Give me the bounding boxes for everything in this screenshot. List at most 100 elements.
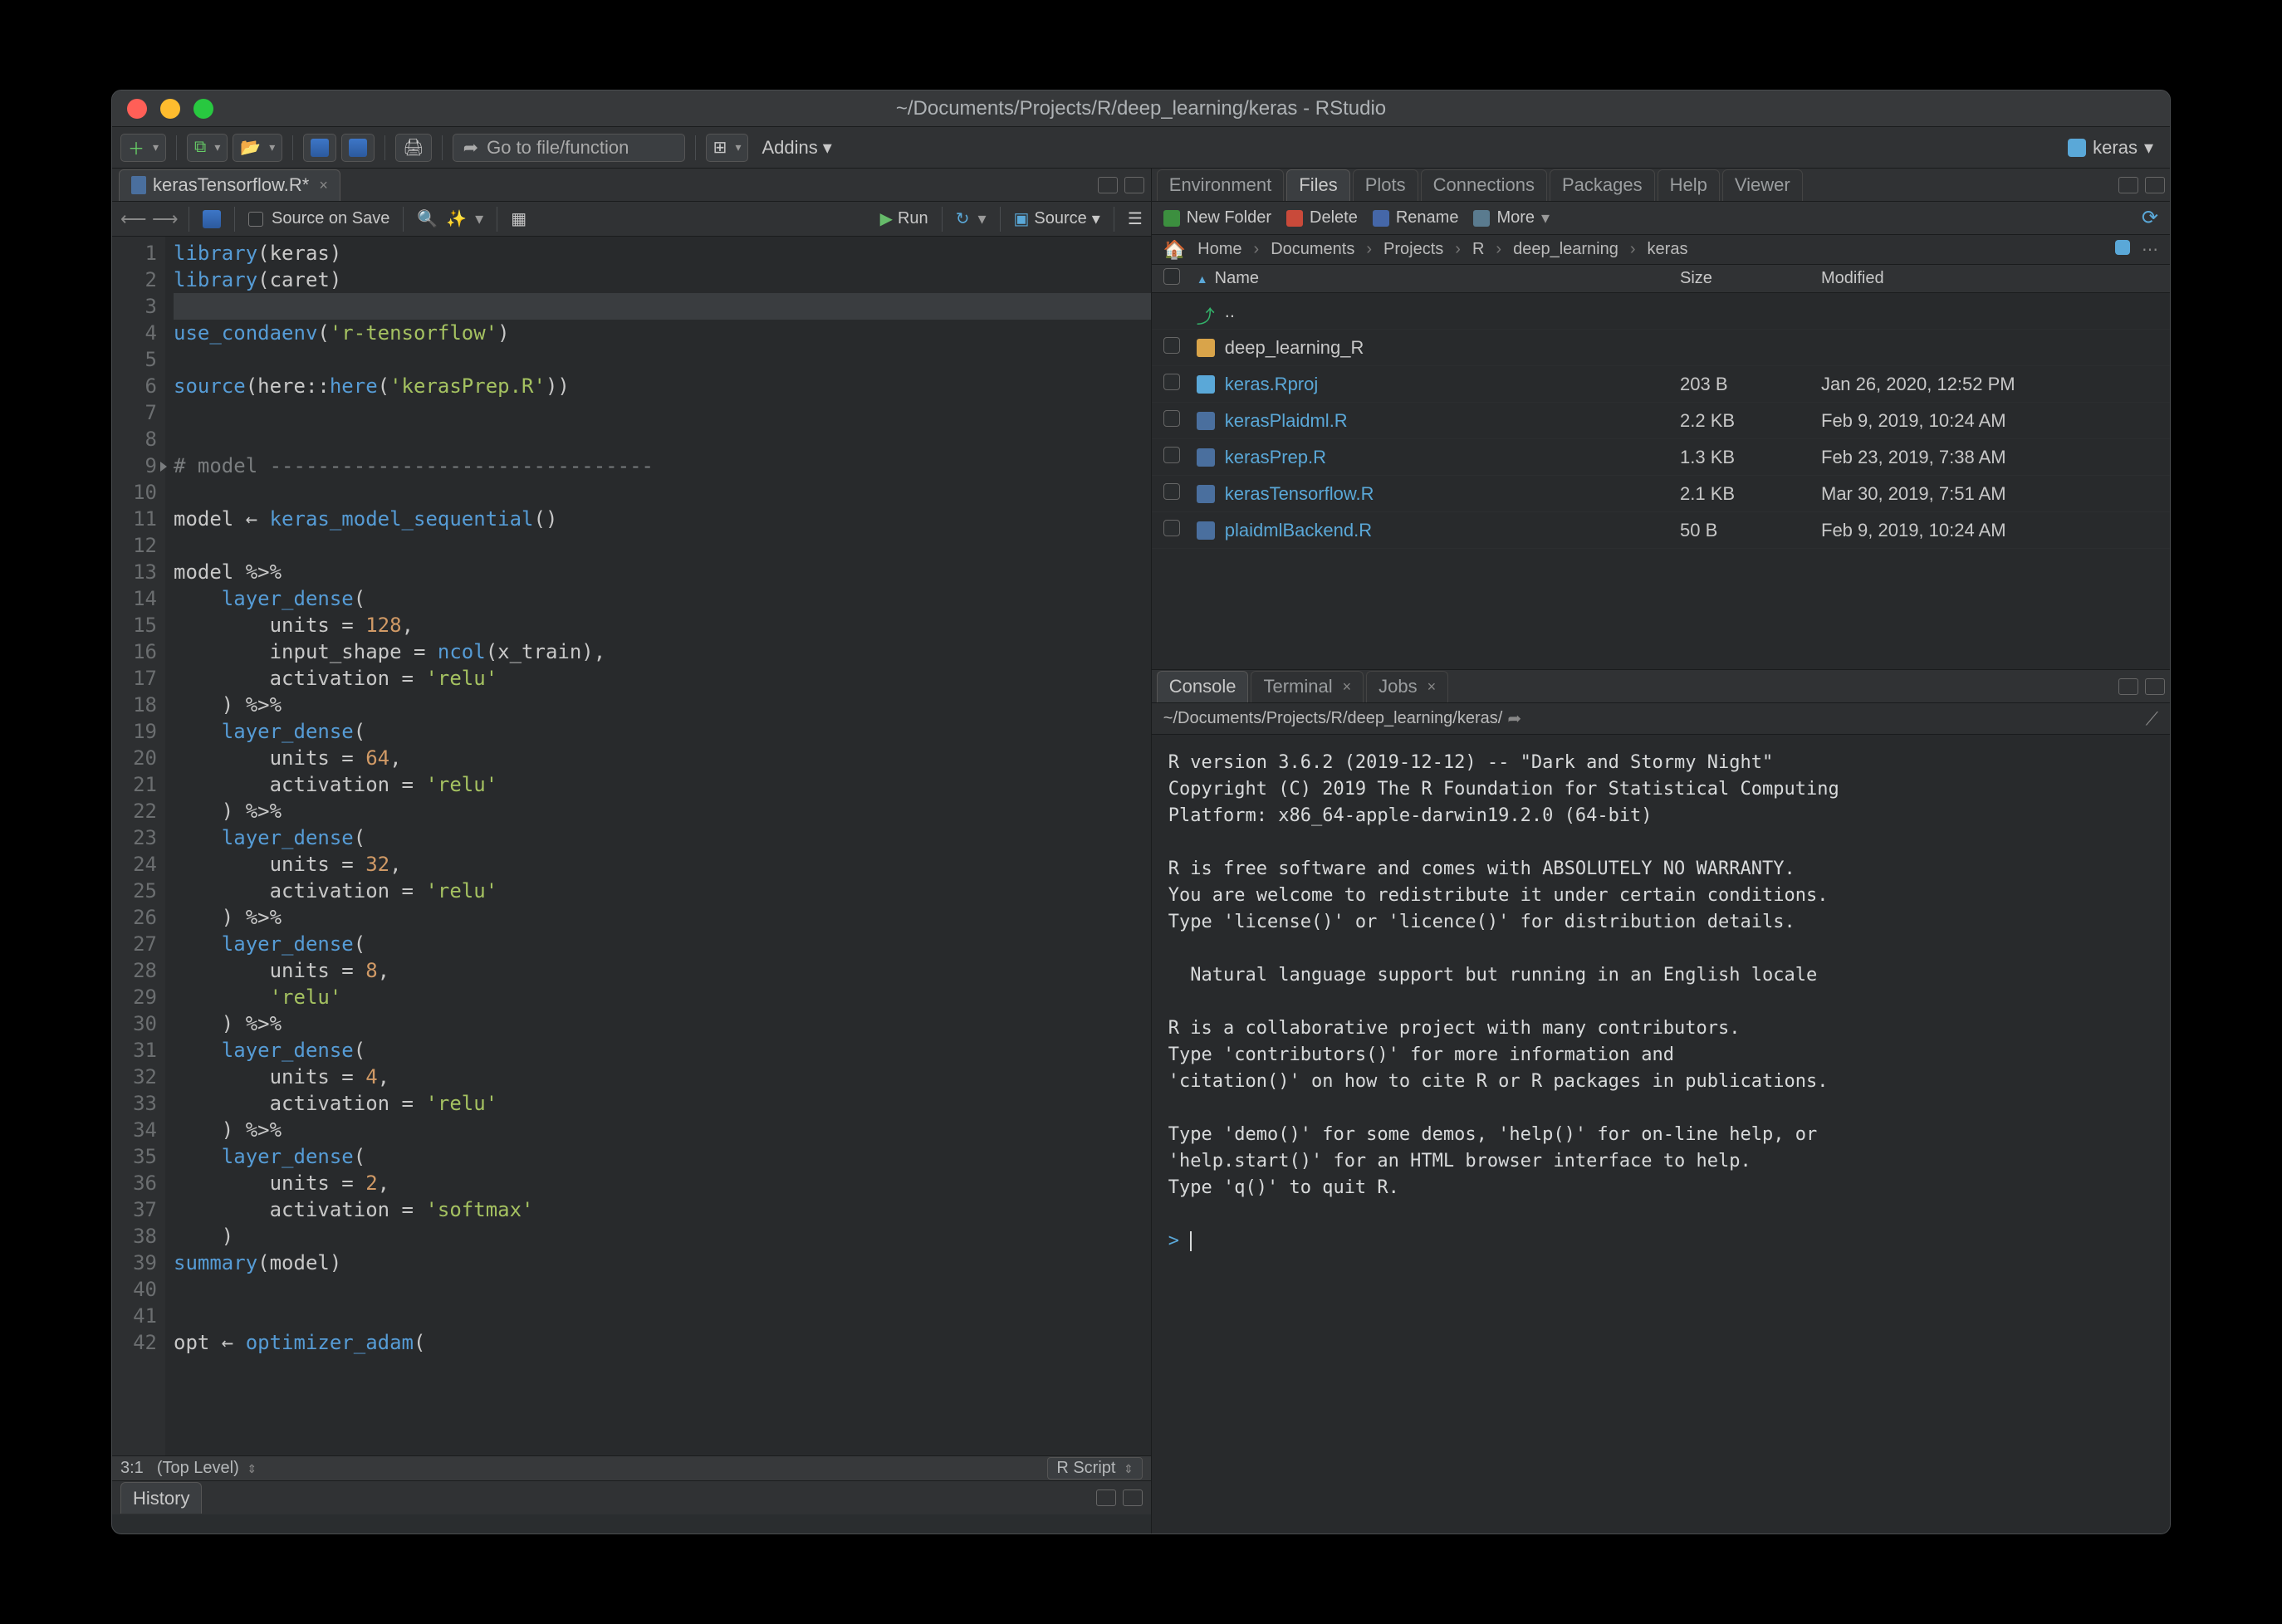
file-name[interactable]: deep_learning_R [1225,337,1364,359]
col-size-header[interactable]: Size [1680,269,1821,288]
source-on-save-checkbox[interactable] [248,212,263,227]
open-file-button[interactable]: 📂▾ [233,134,282,162]
select-all-checkbox[interactable] [1163,268,1180,285]
tab-files[interactable]: Files [1286,169,1349,201]
tab-jobs[interactable]: Jobs× [1366,671,1448,702]
file-checkbox[interactable] [1163,483,1180,500]
file-size: 2.1 KB [1680,483,1821,505]
col-name-header[interactable]: ▲ Name [1192,269,1680,288]
run-button[interactable]: ▶ Run [880,208,928,229]
fullscreen-window-button[interactable] [193,99,213,119]
tab-connections[interactable]: Connections [1421,169,1547,201]
file-row[interactable]: deep_learning_R [1152,330,2170,366]
panes-button[interactable]: ⊞▾ [706,134,749,162]
breadcrumb-segment[interactable]: keras [1648,240,1688,259]
file-name[interactable]: .. [1225,301,1235,322]
tab-help[interactable]: Help [1658,169,1720,201]
file-checkbox[interactable] [1163,410,1180,427]
file-row[interactable]: ⤴.. [1152,293,2170,330]
maximize-pane-button[interactable] [2145,678,2165,695]
save-file-icon[interactable] [203,210,221,228]
file-size: 50 B [1680,520,1821,541]
file-row[interactable]: kerasPrep.R1.3 KBFeb 23, 2019, 7:38 AM [1152,439,2170,476]
file-row[interactable]: kerasPlaidml.R2.2 KBFeb 9, 2019, 10:24 A… [1152,403,2170,439]
file-name[interactable]: keras.Rproj [1225,374,1318,395]
back-button[interactable]: ⟵ [120,208,144,230]
save-all-button[interactable] [341,134,375,162]
minimize-window-button[interactable] [160,99,180,119]
close-window-button[interactable] [127,99,147,119]
code-editor[interactable]: 1234567891011121314151617181920212223242… [112,237,1151,1455]
file-row[interactable]: keras.Rproj203 BJan 26, 2020, 12:52 PM [1152,366,2170,403]
tab-viewer[interactable]: Viewer [1722,169,1803,201]
source-icon: ▣ [1014,208,1030,229]
save-button[interactable] [303,134,336,162]
tab-console[interactable]: Console [1157,671,1249,702]
run-label: Run [898,209,928,228]
file-checkbox[interactable] [1163,374,1180,390]
breadcrumb-segment[interactable]: Projects [1383,240,1443,259]
maximize-pane-button[interactable] [1123,1489,1143,1506]
col-modified-header[interactable]: Modified [1821,269,2170,288]
file-size: 203 B [1680,374,1821,395]
file-modified: Mar 30, 2019, 7:51 AM [1821,483,2170,505]
wand-icon[interactable]: ✨ [446,208,467,229]
breadcrumb-segment[interactable]: deep_learning [1513,240,1618,259]
file-checkbox[interactable] [1163,447,1180,463]
close-icon[interactable]: × [1343,678,1352,696]
project-menu[interactable]: keras ▾ [2068,137,2162,159]
home-icon[interactable]: 🏠 [1163,239,1186,261]
sort-asc-icon: ▲ [1197,272,1208,286]
more-button[interactable]: More ▾ [1473,208,1550,228]
file-name[interactable]: kerasTensorflow.R [1225,483,1374,505]
new-file-button[interactable]: ＋▾ [120,134,166,162]
addins-menu[interactable]: Addins ▾ [753,137,840,159]
close-icon[interactable]: × [1427,678,1437,696]
rerun-button[interactable]: ↻ [956,208,970,229]
maximize-pane-button[interactable] [2145,177,2165,193]
file-checkbox[interactable] [1163,520,1180,536]
source-button[interactable]: ▣ Source ▾ [1014,208,1100,229]
project-icon[interactable] [2115,240,2130,255]
breadcrumb-segment[interactable]: R [1472,240,1484,259]
report-icon[interactable]: ▦ [511,208,526,229]
history-tab[interactable]: History [120,1482,202,1514]
close-icon[interactable]: × [319,177,328,194]
delete-button[interactable]: Delete [1286,208,1358,227]
console-body[interactable]: R version 3.6.2 (2019-12-12) -- "Dark an… [1152,735,2170,1534]
file-name[interactable]: kerasPrep.R [1225,447,1326,468]
language-selector[interactable]: R Script ⇕ [1047,1457,1142,1480]
rename-button[interactable]: Rename [1373,208,1459,227]
file-name[interactable]: kerasPlaidml.R [1225,410,1348,432]
file-row[interactable]: kerasTensorflow.R 2.1 KBMar 30, 2019, 7:5… [1152,476,2170,512]
breadcrumb-segment[interactable]: Documents [1271,240,1354,259]
code-area[interactable]: library(keras)library(caret) use_condaen… [165,237,1151,1455]
file-row[interactable]: plaidmlBackend.R50 BFeb 9, 2019, 10:24 A… [1152,512,2170,549]
minimize-pane-button[interactable] [2118,678,2138,695]
outline-icon[interactable]: ☰ [1128,208,1143,229]
minimize-pane-button[interactable] [1096,1489,1116,1506]
maximize-pane-button[interactable] [1124,177,1144,193]
file-checkbox[interactable] [1163,337,1180,354]
tab-packages[interactable]: Packages [1550,169,1655,201]
file-name[interactable]: plaidmlBackend.R [1225,520,1372,541]
forward-button[interactable]: ⟶ [152,208,175,230]
minimize-pane-button[interactable] [1098,177,1118,193]
clear-console-icon[interactable]: ⟋ [2146,708,2158,730]
scope-selector[interactable]: (Top Level) ⇕ [157,1459,257,1478]
refresh-icon[interactable]: ⟳ [2142,206,2158,230]
tab-terminal[interactable]: Terminal× [1251,671,1364,702]
tab-environment[interactable]: Environment [1157,169,1285,201]
new-folder-button[interactable]: New Folder [1163,208,1271,227]
more-path-icon[interactable]: ⋯ [2142,241,2158,259]
print-button[interactable]: 🖨 [395,134,431,162]
tab-plots[interactable]: Plots [1353,169,1418,201]
source-on-save-label: Source on Save [272,209,389,228]
new-project-button[interactable]: ⧉▾ [187,134,228,162]
breadcrumb-segment[interactable]: Home [1197,240,1241,259]
minimize-pane-button[interactable] [2118,177,2138,193]
find-icon[interactable]: 🔍 [417,208,438,229]
popout-icon[interactable]: ➦ [1507,708,1521,729]
source-tab[interactable]: kerasTensorflow.R* × [119,169,340,201]
goto-file-function[interactable]: ➦ Go to file/function [453,134,685,162]
